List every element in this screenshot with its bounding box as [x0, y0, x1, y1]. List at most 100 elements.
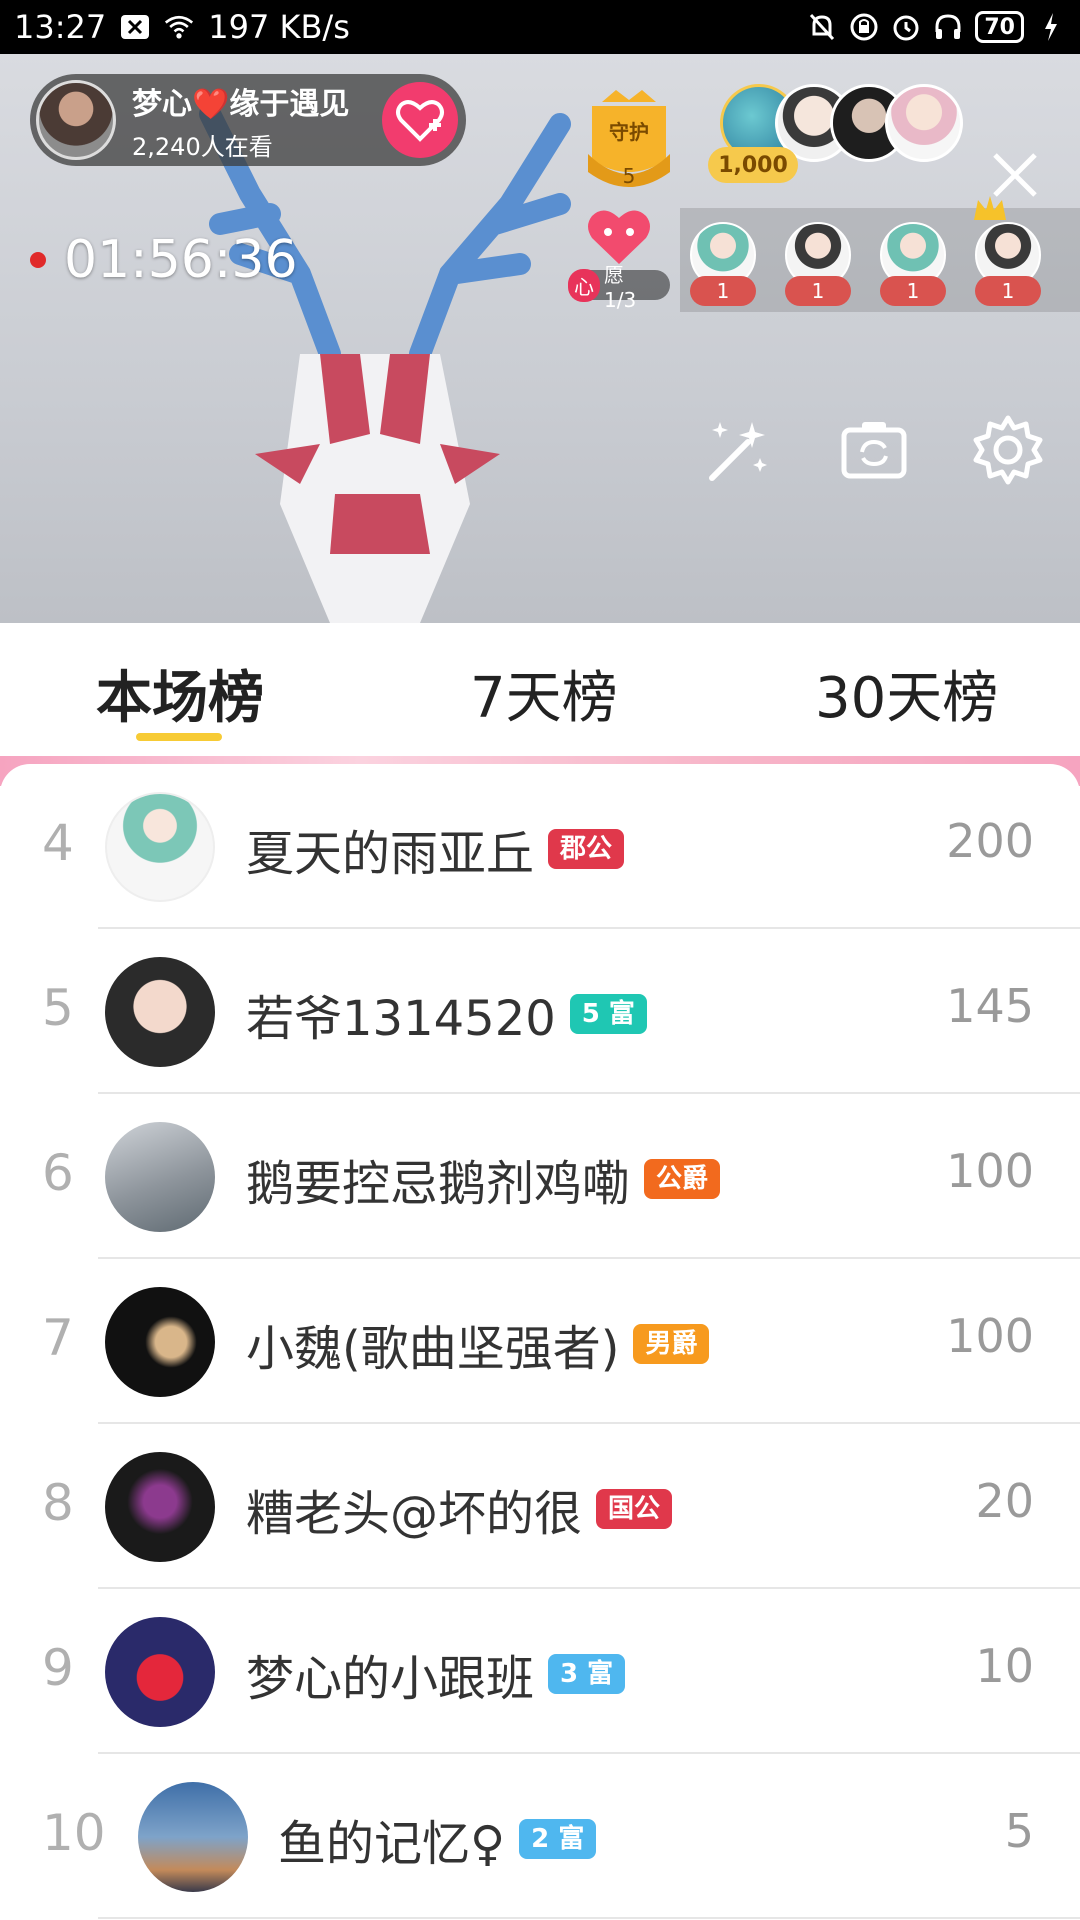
list-item[interactable]: 9 梦心的小跟班 3 富 10 [0, 1589, 1080, 1754]
tab-current-session[interactable]: 本场榜 [96, 653, 264, 734]
list-item[interactable]: 4 夏天的雨亚丘 郡公 200 [0, 764, 1080, 929]
wish-gift-item[interactable]: 1 [690, 222, 756, 312]
wish-label: 心 愿 1/3 [568, 263, 670, 312]
list-item[interactable]: 10 鱼的记忆♀ 2 富 5 [0, 1754, 1080, 1919]
score: 100 [946, 1144, 1034, 1198]
wish-gift-count: 1 [690, 276, 756, 306]
host-info[interactable]: 梦心❤️缘于遇见 2,240人在看 [30, 74, 466, 166]
rank-number: 6 [42, 1144, 74, 1202]
ranking-list: 4 夏天的雨亚丘 郡公 200 5 若爷1314520 5 富 145 6 鹅要… [0, 764, 1080, 1920]
recording-dot [30, 252, 46, 268]
wifi-icon [164, 12, 194, 42]
score: 200 [946, 814, 1034, 868]
top-contributor-avatar[interactable] [885, 84, 963, 162]
wish-gift-count: 1 [785, 276, 851, 306]
settings-button[interactable] [972, 414, 1044, 486]
battery-level: 70 [984, 14, 1015, 40]
rank-number: 5 [42, 979, 74, 1037]
status-badge: 国公 [596, 1489, 673, 1529]
host-name: 梦心❤️缘于遇见 [132, 86, 350, 122]
wish-widget[interactable]: 心 愿 1/3 [564, 204, 670, 324]
user-name-group: 鱼的记忆♀ 2 富 [278, 1804, 597, 1874]
rank-number: 10 [42, 1804, 106, 1862]
charging-icon [1036, 12, 1066, 42]
avatar[interactable] [105, 957, 215, 1067]
active-tab-indicator [136, 733, 222, 741]
status-badge: 公爵 [644, 1159, 721, 1199]
alarm-icon [891, 12, 921, 42]
notification-x-icon [120, 12, 150, 42]
guard-label: 守护 [609, 120, 649, 144]
live-timer: 01:56:36 [30, 230, 298, 290]
headphones-icon [933, 12, 963, 42]
user-name[interactable]: 鱼的记忆♀ [278, 1804, 505, 1874]
status-badge: 3 富 [548, 1654, 626, 1694]
list-item[interactable]: 6 鹅要控忌鹅剂鸡嘞 公爵 100 [0, 1094, 1080, 1259]
close-icon [993, 153, 1037, 197]
switch-camera-button[interactable] [838, 414, 910, 486]
avatar[interactable] [105, 1617, 215, 1727]
tab-30-days[interactable]: 30天榜 [815, 653, 998, 734]
lock-rotation-icon [849, 12, 879, 42]
user-name-group: 小魏(歌曲坚强者) 男爵 [246, 1309, 710, 1379]
list-item[interactable]: 8 糟老头@坏的很 国公 20 [0, 1424, 1080, 1589]
user-name[interactable]: 鹅要控忌鹅剂鸡嘞 [246, 1144, 630, 1214]
gear-icon [973, 415, 1043, 485]
follow-heart-button[interactable] [382, 82, 458, 158]
status-time: 13:27 [14, 8, 107, 46]
user-name-group: 鹅要控忌鹅剂鸡嘞 公爵 [246, 1144, 721, 1214]
avatar[interactable] [105, 1452, 215, 1562]
avatar[interactable] [105, 1287, 215, 1397]
score: 5 [1004, 1804, 1034, 1858]
avatar[interactable] [138, 1782, 248, 1892]
wish-gift-item[interactable]: 1 [975, 222, 1041, 312]
wish-gift-item[interactable]: 1 [785, 222, 851, 312]
host-avatar[interactable] [36, 80, 116, 160]
ranking-tabs: 本场榜 7天榜 30天榜 [0, 623, 1080, 763]
timer-text: 01:56:36 [64, 230, 298, 290]
user-name-group: 夏天的雨亚丘 郡公 [246, 814, 625, 884]
viewer-count: 2,240人在看 [132, 132, 273, 161]
rank-number: 4 [42, 814, 74, 872]
user-name[interactable]: 梦心的小跟班 [246, 1639, 534, 1709]
live-video[interactable]: 梦心❤️缘于遇见 2,240人在看 守护 5 1,000 01:56:36 心 … [0, 54, 1080, 623]
guard-count: 5 [622, 164, 636, 188]
rank-number: 9 [42, 1639, 74, 1697]
avatar[interactable] [105, 1122, 215, 1232]
network-speed: 197 KB/s [208, 8, 350, 46]
close-button[interactable] [990, 150, 1040, 200]
status-badge: 2 富 [519, 1819, 597, 1859]
user-name-group: 梦心的小跟班 3 富 [246, 1639, 626, 1709]
score: 100 [946, 1309, 1034, 1363]
wish-gift-item[interactable]: 1 [880, 222, 946, 312]
avatar[interactable] [105, 792, 215, 902]
status-badge: 男爵 [633, 1324, 710, 1364]
status-badge: 郡公 [548, 829, 625, 869]
coin-badge: 1,000 [708, 147, 798, 183]
divider [98, 1917, 1080, 1919]
rank-number: 8 [42, 1474, 74, 1532]
wish-prefix: 心 [568, 268, 600, 302]
bell-muted-icon [807, 12, 837, 42]
score: 145 [946, 979, 1034, 1033]
rank-number: 7 [42, 1309, 74, 1367]
user-name[interactable]: 小魏(歌曲坚强者) [246, 1309, 619, 1379]
score: 10 [975, 1639, 1034, 1693]
tab-7-days[interactable]: 7天榜 [470, 653, 618, 734]
list-item[interactable]: 7 小魏(歌曲坚强者) 男爵 100 [0, 1259, 1080, 1424]
battery-indicator: 70 [975, 11, 1024, 43]
status-bar: 13:27 197 KB/s 70 [0, 0, 1080, 54]
guard-badge[interactable]: 守护 5 [582, 84, 676, 194]
list-item[interactable]: 5 若爷1314520 5 富 145 [0, 929, 1080, 1094]
user-name[interactable]: 糟老头@坏的很 [246, 1474, 582, 1544]
wish-gift-count: 1 [975, 276, 1041, 306]
user-name[interactable]: 夏天的雨亚丘 [246, 814, 534, 884]
user-name-group: 糟老头@坏的很 国公 [246, 1474, 673, 1544]
user-name-group: 若爷1314520 5 富 [246, 979, 647, 1049]
user-name[interactable]: 若爷1314520 [246, 979, 556, 1049]
status-badge: 5 富 [569, 994, 647, 1034]
score: 20 [975, 1474, 1034, 1528]
beauty-filter-button[interactable] [700, 414, 772, 486]
magic-wand-icon [709, 422, 767, 481]
wish-gift-strip[interactable]: 1 1 1 1 [680, 196, 1080, 312]
